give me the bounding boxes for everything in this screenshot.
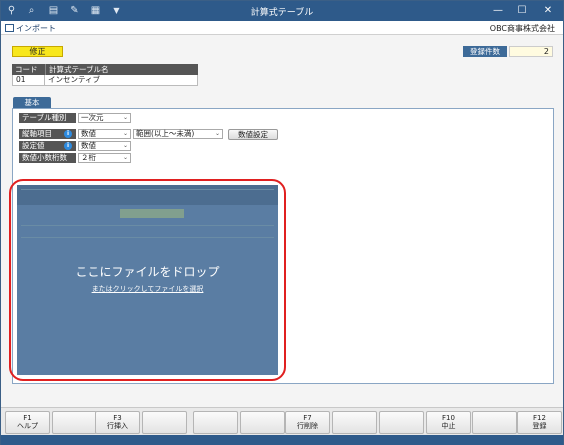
f5-button[interactable] bbox=[193, 411, 238, 434]
f6-button[interactable] bbox=[240, 411, 285, 434]
chevron-down-icon: ⌄ bbox=[122, 130, 128, 137]
record-count-value: 2 bbox=[509, 46, 553, 57]
chevron-down-icon: ⌄ bbox=[122, 142, 128, 149]
grid-header bbox=[17, 185, 278, 205]
import-icon bbox=[5, 24, 14, 32]
f9-button[interactable] bbox=[379, 411, 424, 434]
numeric-settings-button[interactable]: 数値設定 bbox=[228, 129, 278, 140]
record-count-label: 登録件数 bbox=[463, 46, 507, 57]
background-grid bbox=[17, 185, 278, 375]
header-table: コード 計算式テーブル名 01 インセンティブ bbox=[12, 64, 198, 86]
f10-cancel-button[interactable]: F10 中止 bbox=[426, 411, 471, 434]
f4-button[interactable] bbox=[142, 411, 187, 434]
select-file-link[interactable]: またはクリックしてファイルを選択 bbox=[17, 284, 278, 294]
import-label: インポート bbox=[16, 24, 56, 33]
mode-badge: 修正 bbox=[12, 46, 63, 57]
table-type-row: テーブル種別 一次元 ⌄ bbox=[19, 113, 131, 123]
menu-bar: インポート OBC商事株式会社 bbox=[1, 21, 563, 35]
axis-select[interactable]: 数値 ⌄ bbox=[78, 129, 131, 139]
f11-button[interactable] bbox=[472, 411, 517, 434]
range-select[interactable]: 範囲(以上～未満) ⌄ bbox=[133, 129, 223, 139]
chevron-down-icon: ⌄ bbox=[122, 154, 128, 161]
app-window: ⚲ ⌕ ▤ ✎ ▦ ▼ 計算式テーブル — ☐ ✕ インポート OBC商事株式会… bbox=[0, 0, 564, 445]
title-bar: ⚲ ⌕ ▤ ✎ ▦ ▼ 計算式テーブル — ☐ ✕ bbox=[1, 1, 563, 21]
name-value[interactable]: インセンティブ bbox=[45, 75, 198, 86]
info-icon[interactable]: i bbox=[64, 142, 72, 150]
status-bar bbox=[1, 435, 563, 445]
code-column-header: コード bbox=[12, 64, 45, 75]
axis-label: 縦軸項目 i bbox=[19, 129, 76, 139]
f3-insert-row-button[interactable]: F3 行挿入 bbox=[95, 411, 140, 434]
window-title: 計算式テーブル bbox=[250, 8, 314, 18]
decimals-select[interactable]: ２桁 ⌄ bbox=[78, 153, 131, 163]
maximize-button[interactable]: ☐ bbox=[511, 3, 533, 18]
f12-register-button[interactable]: F12 登録 bbox=[517, 411, 562, 434]
minimize-button[interactable]: — bbox=[487, 3, 509, 18]
f8-button[interactable] bbox=[332, 411, 377, 434]
close-button[interactable]: ✕ bbox=[537, 3, 559, 18]
chevron-down-icon: ⌄ bbox=[214, 130, 220, 137]
table-type-select[interactable]: 一次元 ⌄ bbox=[78, 113, 131, 123]
company-name: OBC商事株式会社 bbox=[489, 24, 555, 33]
file-drop-zone[interactable]: ここにファイルをドロップ またはクリックしてファイルを選択 bbox=[17, 185, 278, 375]
code-value[interactable]: 01 bbox=[12, 75, 45, 86]
function-key-bar: F1 ヘルプ F3 行挿入 F7 行削除 F10 中止 F12 登録 bbox=[1, 407, 563, 435]
axis-row: 縦軸項目 i 数値 ⌄ 範囲(以上～未満) ⌄ bbox=[19, 129, 223, 139]
name-column-header: 計算式テーブル名 bbox=[45, 64, 198, 75]
setting-select[interactable]: 数値 ⌄ bbox=[78, 141, 131, 151]
decimals-label: 数値小数桁数 bbox=[19, 153, 76, 163]
f1-help-button[interactable]: F1 ヘルプ bbox=[5, 411, 50, 434]
tab-basic[interactable]: 基本 bbox=[13, 97, 51, 108]
chevron-down-icon: ⌄ bbox=[122, 114, 128, 121]
drop-zone-title: ここにファイルをドロップ bbox=[75, 265, 220, 279]
import-menu[interactable]: インポート bbox=[5, 23, 56, 34]
decimals-row: 数値小数桁数 ２桁 ⌄ bbox=[19, 153, 131, 163]
info-icon[interactable]: i bbox=[64, 130, 72, 138]
setting-label: 設定値 i bbox=[19, 141, 76, 151]
f2-button[interactable] bbox=[52, 411, 97, 434]
setting-row: 設定値 i 数値 ⌄ bbox=[19, 141, 131, 151]
table-type-label: テーブル種別 bbox=[19, 113, 76, 123]
f7-delete-row-button[interactable]: F7 行削除 bbox=[285, 411, 330, 434]
grid-highlight bbox=[120, 209, 184, 218]
